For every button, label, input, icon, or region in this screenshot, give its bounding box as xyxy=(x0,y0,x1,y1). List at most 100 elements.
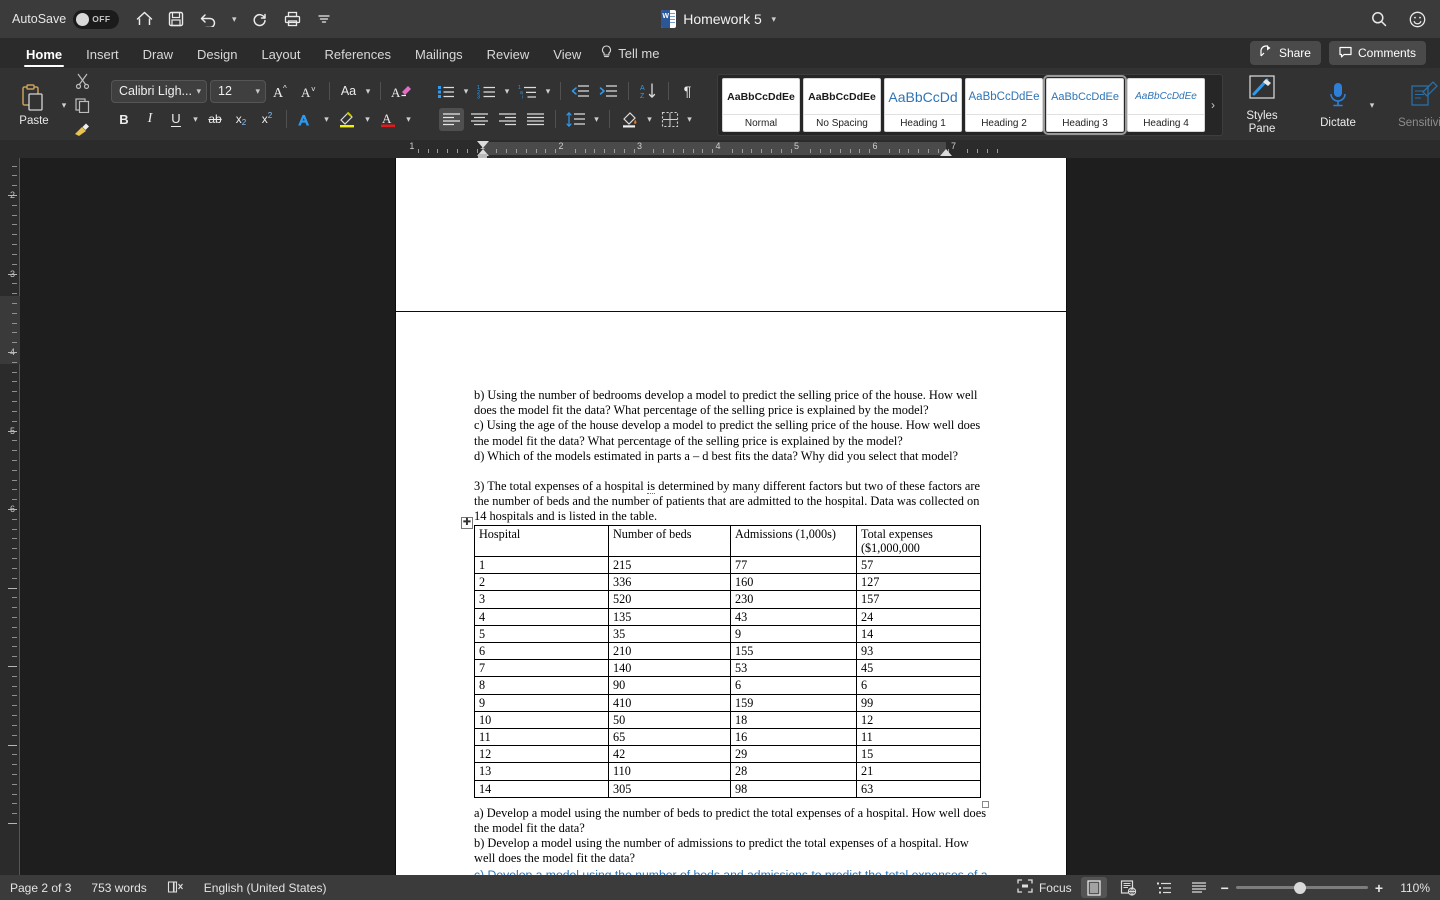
table-row[interactable]: 2336160127 xyxy=(475,574,981,591)
table-cell[interactable]: 18 xyxy=(731,711,857,728)
table-cell[interactable]: 210 xyxy=(609,643,731,660)
table-cell[interactable]: 127 xyxy=(857,574,981,591)
save-icon[interactable] xyxy=(165,8,187,30)
table-header-cell[interactable]: Hospital xyxy=(475,525,609,556)
paragraph-a-beds-model[interactable]: a) Develop a model using the number of b… xyxy=(474,806,992,836)
horizontal-ruler[interactable]: 11234567 xyxy=(20,140,1440,158)
tab-mailings[interactable]: Mailings xyxy=(403,44,475,68)
table-cell[interactable]: 8 xyxy=(475,677,609,694)
table-cell[interactable]: 1 xyxy=(475,557,609,574)
paste-dropdown-icon[interactable]: ▾ xyxy=(59,100,69,111)
font-name-selector[interactable]: Calibri Ligh... ▾ xyxy=(111,80,207,103)
table-row[interactable]: 131102821 xyxy=(475,763,981,780)
hospital-data-table[interactable]: HospitalNumber of bedsAdmissions (1,000s… xyxy=(474,525,981,798)
style-card-normal[interactable]: AaBbCcDdEe Normal xyxy=(722,78,800,132)
paragraph-c-age[interactable]: c) Using the age of the house develop a … xyxy=(474,418,992,448)
multilevel-list-dropdown-icon[interactable]: ▾ xyxy=(543,86,553,97)
table-cell[interactable]: 215 xyxy=(609,557,731,574)
print-icon[interactable] xyxy=(281,8,303,30)
table-cell[interactable]: 155 xyxy=(731,643,857,660)
clear-formatting-button[interactable]: A xyxy=(388,80,415,103)
paste-button[interactable]: Paste xyxy=(11,84,57,127)
table-row[interactable]: 143059863 xyxy=(475,780,981,797)
table-cell[interactable]: 53 xyxy=(731,660,857,677)
paragraph-d-best-fit[interactable]: d) Which of the models estimated in part… xyxy=(474,449,992,464)
multilevel-list-button[interactable]: 1ai xyxy=(515,80,540,103)
subscript-button[interactable]: x2 xyxy=(230,108,253,131)
show-formatting-marks-button[interactable]: ¶ xyxy=(676,80,699,103)
change-case-button[interactable]: Aa xyxy=(337,80,360,103)
paragraph-3-hospital-intro[interactable]: 3) The total expenses of a hospital is d… xyxy=(474,479,992,525)
tab-home[interactable]: Home xyxy=(14,44,74,68)
table-cell[interactable]: 14 xyxy=(475,780,609,797)
tab-layout[interactable]: Layout xyxy=(249,44,312,68)
zoom-level[interactable]: 110% xyxy=(1392,881,1430,895)
document-title-dropdown-icon[interactable]: ▾ xyxy=(769,14,779,25)
style-card-heading-2[interactable]: AaBbCcDdEe Heading 2 xyxy=(965,78,1043,132)
table-cell[interactable]: 4 xyxy=(475,608,609,625)
table-row[interactable]: 41354324 xyxy=(475,608,981,625)
table-cell[interactable]: 43 xyxy=(731,608,857,625)
table-cell[interactable]: 5 xyxy=(475,625,609,642)
zoom-knob[interactable] xyxy=(1294,882,1306,894)
document-page-previous[interactable]: a) Using square footage develop a model … xyxy=(396,158,1066,314)
table-cell[interactable]: 3 xyxy=(475,591,609,608)
table-row[interactable]: 89066 xyxy=(475,677,981,694)
table-cell[interactable]: 410 xyxy=(609,694,731,711)
autosave-toggle[interactable]: OFF xyxy=(73,10,119,29)
paragraph-c-combined-model[interactable]: c) Develop a model using the number of b… xyxy=(474,867,992,875)
strikethrough-button[interactable]: ab xyxy=(204,108,227,131)
undo-dropdown-icon[interactable]: ▾ xyxy=(229,14,239,25)
italic-button[interactable]: I xyxy=(139,108,162,131)
style-card-heading-3[interactable]: AaBbCcDdEe Heading 3 xyxy=(1046,78,1124,132)
table-row[interactable]: 12422915 xyxy=(475,746,981,763)
tell-me-search[interactable]: Tell me xyxy=(593,42,667,68)
copy-icon[interactable] xyxy=(72,96,92,115)
sensitivity-button[interactable]: Sensitivity xyxy=(1395,81,1440,130)
paragraph-b-bedrooms[interactable]: b) Using the number of bedrooms develop … xyxy=(474,388,992,418)
table-header-cell[interactable]: Number of beds xyxy=(609,525,731,556)
web-layout-view-button[interactable] xyxy=(1116,877,1142,898)
tab-view[interactable]: View xyxy=(541,44,593,68)
font-color-button[interactable]: A xyxy=(376,108,401,131)
bold-button[interactable]: B xyxy=(113,108,136,131)
language-indicator[interactable]: English (United States) xyxy=(204,881,327,895)
table-cell[interactable]: 12 xyxy=(475,746,609,763)
table-cell[interactable]: 63 xyxy=(857,780,981,797)
table-row[interactable]: 3520230157 xyxy=(475,591,981,608)
text-effects-button[interactable]: A xyxy=(294,108,319,131)
first-line-indent-marker[interactable] xyxy=(477,141,489,148)
tab-review[interactable]: Review xyxy=(475,44,542,68)
table-cell[interactable]: 16 xyxy=(731,729,857,746)
document-page-current[interactable]: b) Using the number of bedrooms develop … xyxy=(396,312,1066,875)
bullet-list-dropdown-icon[interactable]: ▾ xyxy=(461,86,471,97)
numbered-list-dropdown-icon[interactable]: ▾ xyxy=(502,86,512,97)
paragraph-b-admissions-model[interactable]: b) Develop a model using the number of a… xyxy=(474,836,992,866)
styles-gallery[interactable]: AaBbCcDdEe Normal AaBbCcDdEe No Spacing … xyxy=(717,74,1223,136)
redo-icon[interactable] xyxy=(249,8,271,30)
tab-design[interactable]: Design xyxy=(185,44,249,68)
table-row[interactable]: 10501812 xyxy=(475,711,981,728)
table-cell[interactable]: 230 xyxy=(731,591,857,608)
table-cell[interactable]: 520 xyxy=(609,591,731,608)
table-cell[interactable]: 21 xyxy=(857,763,981,780)
style-card-heading-4[interactable]: AaBbCcDdEe Heading 4 xyxy=(1127,78,1205,132)
table-cell[interactable]: 42 xyxy=(609,746,731,763)
numbered-list-button[interactable]: 123 xyxy=(474,80,499,103)
table-cell[interactable]: 35 xyxy=(609,625,731,642)
borders-dropdown-icon[interactable]: ▾ xyxy=(685,114,695,125)
table-cell[interactable]: 98 xyxy=(731,780,857,797)
table-cell[interactable]: 135 xyxy=(609,608,731,625)
spelling-check-icon[interactable] xyxy=(167,880,184,895)
table-cell[interactable]: 13 xyxy=(475,763,609,780)
underline-dropdown-icon[interactable]: ▾ xyxy=(191,114,201,125)
change-case-dropdown-icon[interactable]: ▾ xyxy=(363,86,373,97)
autosave-control[interactable]: AutoSave OFF xyxy=(12,10,119,29)
focus-mode-button[interactable]: Focus xyxy=(1017,879,1072,896)
document-canvas[interactable]: a) Using square footage develop a model … xyxy=(20,158,1440,875)
table-cell[interactable]: 11 xyxy=(857,729,981,746)
shading-button[interactable] xyxy=(617,108,642,131)
table-cell[interactable]: 110 xyxy=(609,763,731,780)
table-row[interactable]: 71405345 xyxy=(475,660,981,677)
table-cell[interactable]: 77 xyxy=(731,557,857,574)
